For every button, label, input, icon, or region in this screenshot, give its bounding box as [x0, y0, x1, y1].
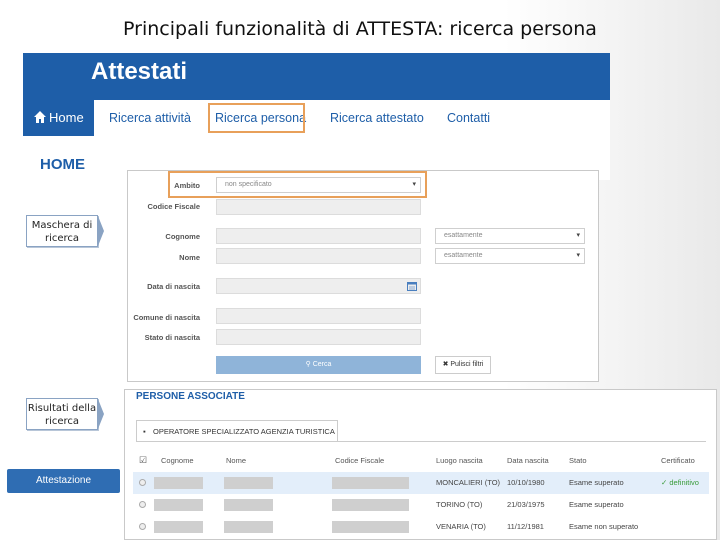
stato-nascita-label: Stato di nascita: [144, 333, 200, 342]
stato-cell: Esame non superato: [569, 522, 639, 531]
site-title: Attestati: [91, 58, 188, 85]
data-cell: 21/03/1975: [507, 500, 545, 509]
pulisci-filtri-label: Pulisci filtri: [450, 361, 484, 368]
chevron-down-icon: ▾: [412, 181, 416, 188]
column-header[interactable]: Stato: [569, 456, 587, 465]
nav-item-contatti[interactable]: Contatti: [447, 100, 490, 136]
certificato-label: definitivo: [669, 478, 699, 487]
redacted-cell: [224, 499, 273, 511]
nome-match-select[interactable]: esattamente ▾: [435, 248, 585, 264]
site-banner: Attestati: [23, 53, 610, 100]
luogo-cell: TORINO (TO): [436, 500, 483, 509]
results-title: PERSONE ASSOCIATE: [136, 391, 245, 402]
chevron-down-icon: ▾: [576, 252, 580, 259]
codice-fiscale-label: Codice Fiscale: [147, 202, 200, 211]
data-nascita-input[interactable]: [216, 278, 421, 294]
data-nascita-label: Data di nascita: [147, 282, 200, 291]
callout-arrow: [98, 399, 104, 429]
cognome-match-select[interactable]: esattamente ▾: [435, 228, 585, 244]
select-column-icon: ☑: [139, 455, 148, 465]
comune-nascita-label: Comune di nascita: [133, 313, 200, 322]
nome-match-value: esattamente: [444, 252, 483, 259]
cognome-match-value: esattamente: [444, 232, 483, 239]
results-tab-label: OPERATORE SPECIALIZZATO AGENZIA TURISTIC…: [153, 427, 335, 436]
cerca-button[interactable]: ⚲ Cerca: [216, 356, 421, 374]
nome-label: Nome: [179, 253, 200, 262]
attestazione-button[interactable]: Attestazione: [7, 469, 120, 493]
codice-fiscale-input[interactable]: [216, 199, 421, 215]
redacted-cell: [224, 521, 273, 533]
document-icon: ▪: [143, 427, 146, 436]
callout-maschera: Maschera di ricerca: [26, 215, 98, 247]
redacted-cell: [332, 499, 409, 511]
luogo-cell: MONCALIERI (TO): [436, 478, 501, 487]
certificato-cell: ✓ definitivo: [661, 478, 699, 487]
stato-cell: Esame superato: [569, 500, 624, 509]
redacted-cell: [332, 521, 409, 533]
calendar-icon[interactable]: [407, 281, 417, 291]
column-header[interactable]: Certificato: [661, 456, 695, 465]
table-row[interactable]: VENARIA (TO) 11/12/1981 Esame non supera…: [133, 516, 709, 538]
comune-nascita-input[interactable]: [216, 308, 421, 324]
results-panel: PERSONE ASSOCIATE ▪ OPERATORE SPECIALIZZ…: [124, 389, 717, 540]
pulisci-filtri-button[interactable]: ✖ Pulisci filtri: [435, 356, 491, 374]
data-cell: 10/10/1980: [507, 478, 545, 487]
row-radio[interactable]: [139, 523, 146, 530]
nav-highlight-box: [208, 103, 305, 133]
ambito-label: Ambito: [174, 181, 200, 190]
callout-arrow: [98, 216, 104, 246]
redacted-cell: [332, 477, 409, 489]
nav-item-home[interactable]: Home: [23, 100, 94, 136]
slide-title: Principali funzionalità di ATTESTA: rice…: [123, 18, 597, 40]
table-row[interactable]: TORINO (TO) 21/03/1975 Esame superato: [133, 494, 709, 516]
data-cell: 11/12/1981: [507, 522, 544, 531]
column-header[interactable]: Cognome: [161, 456, 194, 465]
row-radio[interactable]: [139, 501, 146, 508]
stato-cell: Esame superato: [569, 478, 624, 487]
home-heading: HOME: [40, 156, 85, 173]
site-header-panel: Attestati Home Ricerca attività Ricerca …: [23, 53, 610, 180]
home-icon: [34, 111, 46, 123]
nav-item-home-label: Home: [49, 110, 84, 125]
ambito-select[interactable]: non specificato ▾: [216, 177, 421, 193]
stato-nascita-input[interactable]: [216, 329, 421, 345]
callout-risultati: Risultati della ricerca: [26, 398, 98, 430]
table-row[interactable]: MONCALIERI (TO) 10/10/1980 Esame superat…: [133, 472, 709, 494]
search-icon: ⚲: [305, 361, 313, 368]
search-form: Ambito non specificato ▾ Codice Fiscale …: [127, 170, 599, 382]
cognome-label: Cognome: [165, 232, 200, 241]
cerca-button-label: Cerca: [312, 361, 332, 368]
ambito-select-value: non specificato: [225, 181, 272, 188]
nav-item-ricerca-attestato[interactable]: Ricerca attestato: [330, 100, 424, 136]
column-header[interactable]: Data nascita: [507, 456, 549, 465]
redacted-cell: [154, 499, 203, 511]
nome-input[interactable]: [216, 248, 421, 264]
column-header[interactable]: Luogo nascita: [436, 456, 483, 465]
chevron-down-icon: ▾: [576, 232, 580, 239]
column-header[interactable]: Nome: [226, 456, 246, 465]
redacted-cell: [154, 521, 203, 533]
row-radio[interactable]: [139, 479, 146, 486]
redacted-cell: [154, 477, 203, 489]
column-header[interactable]: Codice Fiscale: [335, 456, 384, 465]
tab-divider: [136, 441, 706, 442]
results-tab[interactable]: ▪ OPERATORE SPECIALIZZATO AGENZIA TURIST…: [136, 420, 338, 442]
redacted-cell: [224, 477, 273, 489]
nav-item-ricerca-attivita[interactable]: Ricerca attività: [109, 100, 191, 136]
luogo-cell: VENARIA (TO): [436, 522, 486, 531]
cognome-input[interactable]: [216, 228, 421, 244]
main-nav: Home Ricerca attività Ricerca persona Ri…: [23, 100, 610, 136]
